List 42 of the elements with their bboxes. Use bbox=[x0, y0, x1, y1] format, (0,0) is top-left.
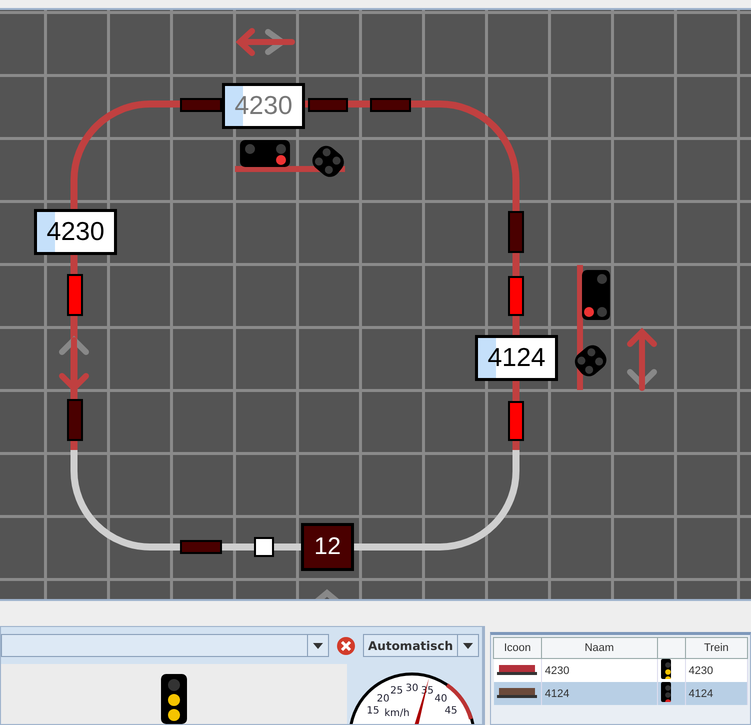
block-marker[interactable] bbox=[508, 400, 524, 441]
block-marker[interactable] bbox=[67, 274, 83, 316]
block-number-label[interactable]: 12 bbox=[301, 522, 354, 571]
tick-label: 45 bbox=[444, 706, 458, 716]
locomotive-dropdown[interactable] bbox=[1, 634, 329, 657]
block-marker[interactable] bbox=[180, 540, 222, 554]
direction-arrow-icon[interactable] bbox=[627, 328, 657, 391]
tick-label: 40 bbox=[434, 694, 448, 705]
tick-label: 30 bbox=[406, 683, 418, 694]
locomotive-icon bbox=[496, 662, 536, 676]
close-icon[interactable] bbox=[335, 634, 357, 656]
block-marker[interactable] bbox=[67, 398, 83, 441]
block-marker[interactable] bbox=[308, 98, 348, 112]
table-cell: 4230 bbox=[541, 658, 658, 682]
locomotive-icon bbox=[496, 685, 536, 699]
dropdown-arrow-icon bbox=[463, 642, 473, 648]
train-label[interactable]: 4230 bbox=[34, 208, 117, 255]
table-cell: 4124 bbox=[685, 682, 748, 705]
block-marker[interactable] bbox=[180, 98, 222, 112]
column-header[interactable]: Icoon bbox=[494, 638, 542, 658]
column-header[interactable]: Trein bbox=[685, 638, 748, 658]
signal-icon[interactable] bbox=[240, 140, 290, 167]
table-cell: 4230 bbox=[685, 658, 748, 682]
block-marker[interactable] bbox=[508, 210, 524, 253]
block-marker[interactable] bbox=[370, 98, 411, 112]
train-row[interactable]: 4230 4230 bbox=[494, 658, 748, 682]
table-cell: 4124 bbox=[541, 682, 658, 705]
train-label[interactable]: 4124 bbox=[475, 334, 558, 381]
tick-label: 15 bbox=[366, 706, 380, 716]
direction-arrow-icon[interactable] bbox=[236, 28, 295, 56]
unit-label: km/h bbox=[384, 708, 410, 719]
dropdown-arrow-icon bbox=[313, 642, 323, 648]
block-marker[interactable] bbox=[508, 276, 524, 316]
mode-dropdown[interactable]: Automatisch bbox=[363, 634, 479, 657]
sensor-marker[interactable] bbox=[254, 536, 274, 557]
train-label[interactable]: 4230 bbox=[222, 82, 305, 129]
signal-icon[interactable] bbox=[582, 270, 610, 320]
column-header[interactable] bbox=[657, 638, 686, 658]
tick-label: 25 bbox=[390, 686, 403, 697]
column-header[interactable]: Naam bbox=[541, 638, 658, 658]
tick-label: 20 bbox=[376, 694, 390, 705]
train-row[interactable]: 4124 4124 bbox=[494, 682, 748, 705]
